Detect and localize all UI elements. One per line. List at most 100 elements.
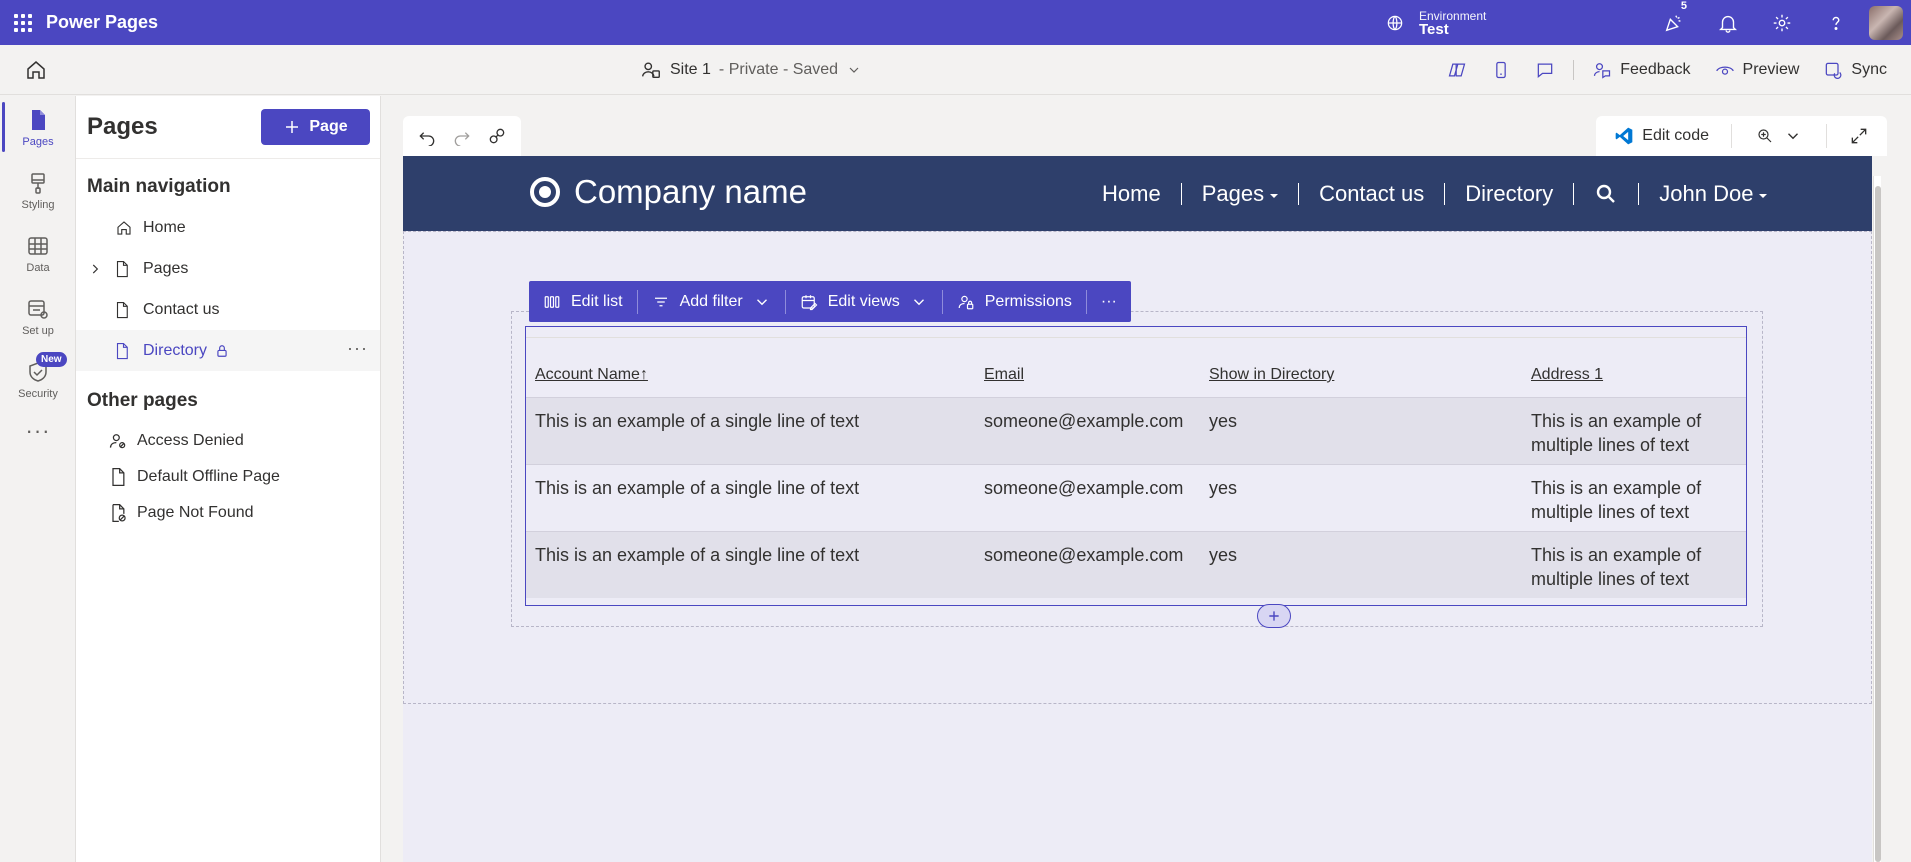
column-header-email[interactable]: Email (984, 366, 1024, 384)
site-header: Company name Home Pages Contact us Direc… (403, 156, 1872, 231)
edit-code-label: Edit code (1642, 127, 1709, 144)
site-search-button[interactable] (1574, 182, 1638, 206)
rail-label-pages: Pages (22, 135, 54, 148)
environment-switcher[interactable]: Environment Test (1385, 0, 1486, 45)
main-navigation-heading: Main navigation (87, 176, 231, 197)
phone-icon (1496, 61, 1507, 79)
nav-item-directory[interactable]: Directory ··· (76, 330, 380, 371)
mobile-preview-button[interactable] (1479, 45, 1523, 95)
other-label-default-offline: Default Offline Page (137, 468, 280, 485)
site-nav-contact-label: Contact us (1319, 180, 1425, 206)
site-brand[interactable]: Company name (530, 173, 807, 211)
notifications-party-button[interactable]: 5 (1647, 0, 1701, 45)
rail-item-setup[interactable]: Set up (0, 285, 76, 348)
copilot-button[interactable] (1435, 45, 1479, 95)
bell-icon (1719, 15, 1737, 33)
list-table[interactable]: Account Name↑ Email Show in Directory Ad… (525, 326, 1747, 628)
site-nav-pages[interactable]: Pages (1182, 181, 1298, 207)
help-button[interactable] (1809, 0, 1863, 45)
site-nav-home[interactable]: Home (1082, 181, 1181, 207)
site-nav-directory[interactable]: Directory (1445, 181, 1573, 207)
comments-button[interactable] (1523, 45, 1567, 95)
table-row[interactable]: This is an example of a single line of t… (526, 397, 1746, 464)
add-filter-button[interactable]: Add filter (638, 281, 785, 322)
zoom-icon (1758, 129, 1772, 143)
lock-icon (217, 344, 227, 357)
design-canvas: Edit code Company name Home Pages Contac… (381, 96, 1911, 862)
table-row[interactable]: This is an example of a single line of t… (526, 464, 1746, 531)
vscode-icon (1615, 127, 1633, 145)
caret-down-icon (1759, 193, 1768, 198)
divider (1573, 60, 1575, 80)
person-lock-icon (958, 295, 974, 309)
plus-icon (286, 121, 299, 133)
site-preview: Company name Home Pages Contact us Direc… (403, 156, 1872, 862)
edit-views-button[interactable]: Edit views (786, 281, 942, 322)
chevron-down-icon (849, 67, 859, 73)
site-selector[interactable]: Site 1 - Private - Saved (640, 58, 862, 82)
chevron-right-icon[interactable] (88, 262, 102, 276)
edit-list-button[interactable]: Edit list (529, 281, 637, 322)
sort-arrow-icon: ↑ (639, 366, 648, 383)
link-icon[interactable] (487, 126, 507, 146)
table-row[interactable]: This is an example of a single line of t… (526, 531, 1746, 598)
cell-show: yes (1209, 545, 1238, 565)
scrollbar-thumb[interactable] (1875, 186, 1881, 862)
brand-name: Company name (574, 173, 807, 210)
notifications-button[interactable] (1701, 0, 1755, 45)
site-nav-user[interactable]: John Doe (1639, 181, 1787, 207)
cell-address-line1: This is an example of (1531, 545, 1702, 565)
site-navigation: Home Pages Contact us Directory John Doe (1082, 156, 1787, 231)
rail-item-security[interactable]: New Security (0, 348, 76, 411)
more-options-button[interactable]: ··· (347, 338, 368, 359)
nav-item-home[interactable]: Home (76, 207, 380, 248)
nav-label-home: Home (143, 218, 186, 236)
feedback-button[interactable]: Feedback (1580, 45, 1702, 95)
add-section-button[interactable] (1257, 604, 1291, 628)
site-nav-user-label: John Doe (1659, 180, 1754, 206)
preview-button[interactable]: Preview (1703, 45, 1812, 95)
cell-email: someone@example.com (984, 478, 1184, 498)
divider (1826, 124, 1827, 148)
user-avatar[interactable] (1869, 5, 1903, 40)
more-button[interactable]: ··· (1087, 281, 1131, 322)
rail-item-data[interactable]: Data (0, 222, 76, 285)
person-lock-icon (109, 434, 126, 449)
sync-label: Sync (1851, 61, 1887, 78)
site-nav-contact[interactable]: Contact us (1299, 181, 1444, 207)
caret-down-icon (1270, 193, 1279, 198)
sync-button[interactable]: Sync (1811, 45, 1911, 95)
rail-item-pages[interactable]: Pages (0, 96, 76, 159)
column-header-show[interactable]: Show in Directory (1209, 366, 1334, 384)
command-bar: Site 1 - Private - Saved Feedback Previe… (0, 45, 1911, 95)
column-header-account[interactable]: Account Name↑ (535, 366, 648, 384)
permissions-button[interactable]: Permissions (943, 281, 1086, 322)
expand-icon[interactable] (1849, 126, 1869, 146)
home-button[interactable] (24, 58, 48, 82)
panel-title: Pages (87, 113, 158, 140)
edit-list-label: Edit list (571, 292, 623, 310)
gear-icon (1773, 14, 1791, 31)
undo-icon[interactable] (417, 126, 437, 146)
settings-button[interactable] (1755, 0, 1809, 45)
other-item-default-offline[interactable]: Default Offline Page (76, 459, 380, 495)
redo-icon[interactable] (452, 126, 472, 146)
cell-address-line1: This is an example of (1531, 411, 1702, 431)
rail-more-button[interactable]: ··· (0, 411, 76, 451)
zoom-dropdown[interactable] (1746, 127, 1812, 145)
app-launcher-icon[interactable] (0, 0, 46, 45)
rail-item-styling[interactable]: Styling (0, 159, 76, 222)
nav-item-contact-us[interactable]: Contact us (76, 289, 380, 330)
rail-label-data: Data (26, 261, 50, 274)
app-title[interactable]: Power Pages (46, 12, 158, 33)
other-item-access-denied[interactable]: Access Denied (76, 423, 380, 459)
site-people-icon (642, 62, 660, 79)
nav-item-pages[interactable]: Pages (76, 248, 380, 289)
column-header-address[interactable]: Address 1 (1531, 366, 1603, 384)
add-page-button[interactable]: Page (261, 109, 370, 145)
edit-code-button[interactable]: Edit code (1606, 126, 1717, 146)
canvas-scrollbar[interactable] (1873, 176, 1881, 862)
permissions-label: Permissions (984, 292, 1072, 310)
other-item-page-not-found[interactable]: Page Not Found (76, 495, 380, 531)
cell-email: someone@example.com (984, 545, 1184, 565)
